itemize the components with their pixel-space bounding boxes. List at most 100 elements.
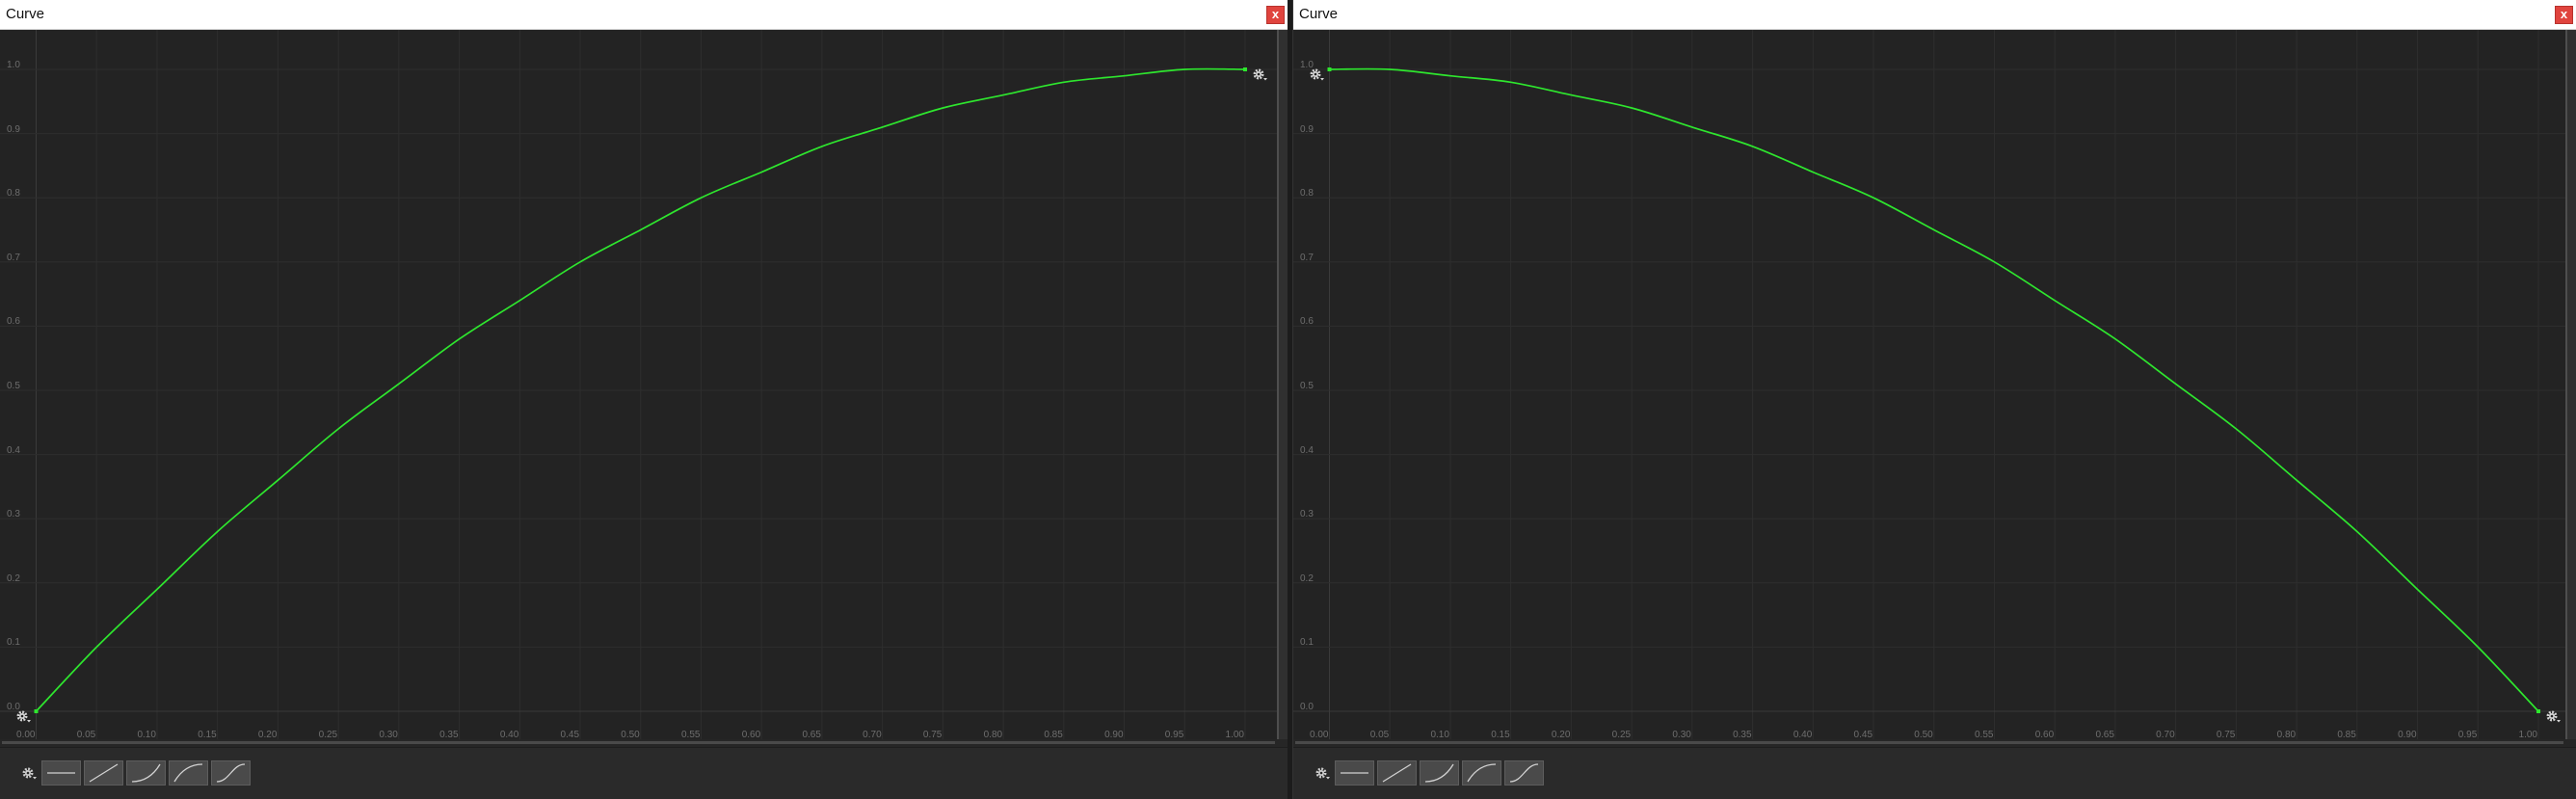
flat-curve-icon (47, 772, 75, 774)
x-tick-label: 0.15 (198, 730, 217, 739)
keyframe-gear-icon[interactable] (1253, 68, 1268, 82)
y-tick-label: 0.9 (7, 123, 20, 135)
close-button[interactable]: x (1266, 6, 1285, 24)
y-tick-label: 1.0 (7, 60, 20, 70)
curve-window-left: Curve x 0.00 0.05 0.10 0.15 0.20 0.25 0.30 0.35… (0, 0, 1288, 799)
y-tick-label: 0.5 (1300, 381, 1314, 391)
curve-window-right: Curve x 0.00 0.05 0.10 0.15 0.20 0.25 0.30 0.35… (1292, 0, 2576, 799)
keyframe-point[interactable] (34, 709, 39, 713)
x-tick-label: 0.50 (1914, 730, 1933, 739)
gear-icon[interactable] (22, 767, 38, 781)
ease-in-curve-icon (131, 763, 161, 783)
y-tick-label: 0.2 (7, 573, 20, 584)
x-tick-label: 0.85 (2337, 730, 2356, 739)
ease-in-curve-preset-button[interactable] (1420, 760, 1459, 786)
y-tick-label: 0.8 (1300, 188, 1314, 200)
close-button[interactable]: x (2555, 6, 2573, 24)
x-tick-label: 0.70 (2156, 730, 2175, 739)
horizontal-scrollbar[interactable] (0, 739, 1288, 747)
y-tick-label: 0.7 (1300, 252, 1314, 263)
x-tick-label: 0.25 (1611, 730, 1632, 739)
x-tick-label: 0.00 (16, 730, 36, 739)
y-tick-label: 0.4 (7, 444, 20, 456)
x-tick-label: 0.95 (1164, 730, 1184, 739)
keyframe-gear-icon[interactable] (16, 710, 32, 724)
x-tick-label: 0.35 (1733, 730, 1752, 739)
y-tick-label: 0.3 (1300, 509, 1314, 520)
gear-icon[interactable] (1315, 767, 1331, 781)
curve-preset-toolbar (1293, 747, 2576, 799)
curve-graph[interactable]: 0.00 0.05 0.10 0.15 0.20 0.25 0.30 0.35 0.40 0.45… (1293, 30, 2565, 739)
flat-curve-preset-button[interactable] (41, 760, 81, 786)
ease-out-curve-icon (1467, 763, 1497, 783)
scrollbar-thumb[interactable] (2, 741, 1275, 744)
y-tick-label: 0.2 (1300, 573, 1314, 584)
keyframe-point[interactable] (1327, 67, 1332, 71)
y-tick-label: 0.8 (7, 188, 20, 200)
window-title: Curve (1299, 6, 1339, 22)
keyframe-point[interactable] (2536, 709, 2540, 713)
ease-in-curve-preset-button[interactable] (126, 760, 166, 786)
y-tick-label: 0.9 (1300, 123, 1314, 135)
curve-graph[interactable]: 0.00 0.05 0.10 0.15 0.20 0.25 0.30 0.35 0.40 0.45… (0, 30, 1277, 739)
curve-preset-toolbar (0, 747, 1288, 799)
curve-graph-canvas (1293, 30, 2565, 739)
y-tick-label: 0.6 (1300, 316, 1314, 328)
title-bar[interactable]: Curve x (1293, 0, 2576, 30)
y-tick-label: 0.3 (7, 509, 20, 520)
x-tick-label: 0.70 (863, 730, 882, 739)
x-tick-label: 0.15 (1491, 730, 1510, 739)
y-tick-label: 0.1 (7, 637, 20, 649)
linear-curve-icon (1382, 763, 1412, 783)
x-tick-label: 0.40 (1793, 730, 1813, 739)
x-tick-label: 0.55 (1975, 730, 1994, 739)
ease-out-curve-preset-button[interactable] (1462, 760, 1501, 786)
x-tick-label: 0.80 (983, 730, 1003, 739)
close-icon: x (2560, 7, 2568, 21)
x-tick-label: 0.05 (76, 730, 96, 739)
x-tick-label: 0.30 (379, 730, 398, 739)
x-tick-label: 0.95 (2457, 730, 2478, 739)
x-tick-label: 0.40 (499, 730, 519, 739)
ease-in-out-curve-preset-button[interactable] (1504, 760, 1544, 786)
x-tick-label: 0.45 (560, 730, 580, 739)
x-tick-label: 0.65 (802, 730, 821, 739)
x-tick-label: 0.60 (2034, 730, 2055, 739)
flat-curve-preset-button[interactable] (1335, 760, 1374, 786)
x-tick-label: 0.65 (2095, 730, 2114, 739)
keyframe-gear-icon[interactable] (1310, 68, 1325, 82)
window-title: Curve (6, 6, 45, 22)
keyframe-gear-icon[interactable] (2546, 710, 2562, 724)
x-tick-label: 0.20 (1551, 730, 1571, 739)
x-tick-label: 0.10 (137, 730, 156, 739)
horizontal-scrollbar[interactable] (1293, 739, 2576, 747)
scrollbar-thumb[interactable] (1295, 741, 2563, 744)
x-tick-label: 0.85 (1044, 730, 1063, 739)
keyframe-point[interactable] (1243, 67, 1247, 71)
x-tick-label: 0.75 (2216, 730, 2236, 739)
ease-out-curve-preset-button[interactable] (169, 760, 208, 786)
title-bar[interactable]: Curve x (0, 0, 1288, 30)
x-tick-label: 0.60 (741, 730, 761, 739)
flat-curve-icon (1341, 772, 1368, 774)
x-tick-label: 0.25 (318, 730, 338, 739)
y-tick-label: 0.7 (7, 252, 20, 263)
ease-in-out-curve-preset-button[interactable] (211, 760, 251, 786)
x-tick-label: 0.05 (1369, 730, 1390, 739)
ease-in-out-curve-icon (216, 763, 246, 783)
vertical-scrollbar[interactable] (1277, 30, 1288, 739)
ease-out-curve-icon (173, 763, 203, 783)
x-tick-label: 1.00 (1225, 730, 1244, 739)
x-tick-label: 0.50 (621, 730, 640, 739)
x-tick-label: 0.35 (439, 730, 459, 739)
linear-curve-preset-button[interactable] (1377, 760, 1417, 786)
vertical-scrollbar[interactable] (2565, 30, 2576, 739)
linear-curve-preset-button[interactable] (84, 760, 123, 786)
ease-in-curve-icon (1424, 763, 1454, 783)
curve-graph-canvas (0, 30, 1277, 739)
y-tick-label: 0.1 (1300, 637, 1314, 649)
y-tick-label: 0.5 (7, 381, 20, 391)
x-tick-label: 0.45 (1853, 730, 1873, 739)
y-tick-label: 0.6 (7, 316, 20, 328)
x-tick-label: 0.10 (1430, 730, 1449, 739)
